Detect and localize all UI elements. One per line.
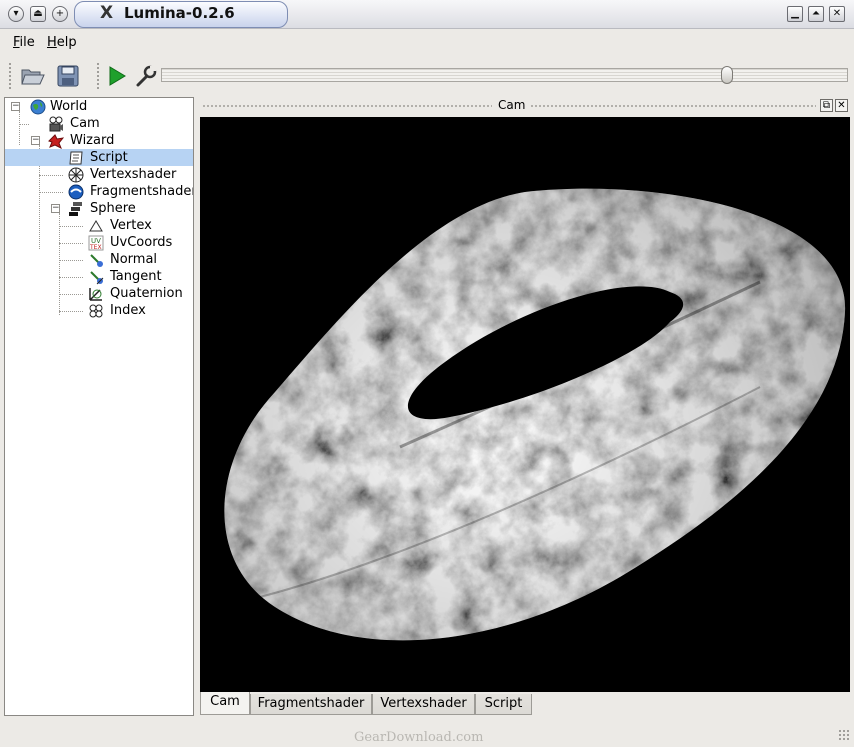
tree-item-label: Script — [90, 150, 128, 165]
tree-item-quaternion[interactable]: Quaternion — [88, 285, 193, 302]
shade-icon[interactable]: ⏏ — [30, 6, 46, 22]
globe-icon — [30, 99, 46, 115]
quaternion-icon — [89, 288, 102, 301]
tree-item-label: Quaternion — [110, 286, 183, 301]
tree-item-index[interactable]: Index — [88, 302, 193, 319]
frame-slider-track[interactable] — [161, 68, 848, 82]
sticky-icon[interactable]: + — [52, 6, 68, 22]
tangent-icon — [90, 271, 104, 285]
tree-connector — [59, 277, 83, 278]
fragmentshader-icon — [68, 184, 84, 200]
tree-item-wizard[interactable]: Wizard — [48, 132, 188, 149]
tree-item-label: Wizard — [70, 133, 115, 148]
tree-item-fragmentshader[interactable]: Fragmentshader — [68, 183, 193, 200]
tree-collapse-sphere[interactable]: − — [51, 204, 60, 213]
menu-help-label: elp — [56, 35, 77, 50]
dock-drag-handle[interactable] — [202, 104, 492, 108]
tree-item-vertexshader[interactable]: Vertexshader — [68, 166, 193, 183]
menubar: File Help — [0, 30, 854, 56]
resize-grip[interactable] — [838, 729, 850, 741]
tree-connector — [59, 213, 60, 315]
save-disk-icon[interactable] — [55, 64, 81, 88]
tree-item-label: UvCoords — [110, 235, 173, 250]
index-icon — [89, 304, 103, 318]
app-logo-icon: X — [100, 3, 114, 23]
dock-float-icon[interactable]: ⧉ — [820, 99, 833, 112]
scene-tree[interactable]: − − − World Cam Wizard Script Vertexshad… — [4, 97, 194, 716]
tree-item-label: World — [50, 99, 88, 114]
menu-file-label: ile — [19, 35, 35, 50]
tree-item-script[interactable]: Script — [5, 149, 193, 166]
tree-item-tangent[interactable]: Tangent — [88, 268, 193, 285]
frame-slider-handle[interactable] — [721, 66, 733, 84]
tree-connector — [39, 175, 63, 176]
tree-collapse-world[interactable]: − — [11, 102, 20, 111]
watermark-text: GearDownload.com — [354, 730, 484, 745]
tree-item-sphere[interactable]: Sphere — [68, 200, 193, 217]
script-icon — [69, 151, 83, 165]
tree-item-cam[interactable]: Cam — [48, 115, 188, 132]
tree-connector — [39, 192, 63, 193]
tree-item-label: Normal — [110, 252, 158, 267]
tree-item-vertex[interactable]: Vertex — [88, 217, 193, 234]
tree-item-label: Tangent — [110, 269, 162, 284]
tab-script[interactable]: Script — [475, 694, 532, 715]
camera-icon — [49, 116, 63, 132]
tree-item-world[interactable]: World — [28, 98, 188, 115]
tree-item-label: Sphere — [90, 201, 136, 216]
tree-item-normal[interactable]: Normal — [88, 251, 193, 268]
window-menu-icon[interactable]: ▾ — [8, 6, 24, 22]
torus-render — [200, 117, 850, 692]
play-icon[interactable] — [106, 64, 132, 88]
render-viewport[interactable] — [200, 117, 850, 692]
svg-text:TEX: TEX — [89, 244, 102, 251]
vertex-icon — [89, 220, 103, 232]
toolbar-grip[interactable] — [8, 62, 12, 90]
menu-file[interactable]: File — [13, 35, 35, 50]
open-folder-icon[interactable] — [20, 64, 46, 88]
tab-cam[interactable]: Cam — [200, 692, 250, 715]
tree-item-uvcoords[interactable]: UV TEX UvCoords — [88, 234, 193, 251]
dock-close-icon[interactable]: ✕ — [835, 99, 848, 112]
maximize-icon[interactable]: ⏶ — [808, 6, 824, 22]
toolbar-grip-2[interactable] — [96, 62, 100, 90]
wrench-icon[interactable] — [134, 64, 160, 88]
dock-drag-handle[interactable] — [530, 104, 816, 108]
minimize-icon[interactable]: ▁ — [787, 6, 803, 22]
tree-connector — [59, 294, 83, 295]
vertexshader-icon — [68, 167, 84, 183]
wizard-icon — [48, 134, 64, 149]
tree-connector — [19, 111, 20, 145]
dock-title: Cam — [498, 98, 526, 112]
tree-connector — [19, 124, 29, 125]
tree-item-label: Cam — [70, 116, 100, 131]
menu-help[interactable]: Help — [47, 35, 77, 50]
window-titlebar: ▾ ⏏ + X Lumina-0.2.6 ▁ ⏶ ✕ — [0, 0, 854, 29]
tree-connector — [59, 226, 83, 227]
tree-collapse-wizard[interactable]: − — [31, 136, 40, 145]
tree-item-label: Fragmentshader — [90, 184, 194, 199]
tree-connector — [59, 260, 83, 261]
tree-item-label: Vertexshader — [90, 167, 177, 182]
sphere-icon — [69, 202, 82, 216]
toolbar — [0, 58, 854, 94]
tab-vertexshader[interactable]: Vertexshader — [372, 694, 475, 715]
dock-header[interactable]: Cam ⧉ ✕ — [200, 98, 850, 114]
menu-help-mnemonic: H — [47, 35, 57, 50]
tree-connector — [59, 243, 83, 244]
tree-connector — [59, 311, 83, 312]
tree-item-label: Vertex — [110, 218, 152, 233]
uvcoords-icon: UV TEX — [88, 235, 104, 251]
window-title: Lumina-0.2.6 — [124, 4, 235, 22]
normal-icon — [90, 254, 103, 267]
tab-fragmentshader[interactable]: Fragmentshader — [250, 694, 372, 715]
close-icon[interactable]: ✕ — [829, 6, 845, 22]
tree-item-label: Index — [110, 303, 146, 318]
